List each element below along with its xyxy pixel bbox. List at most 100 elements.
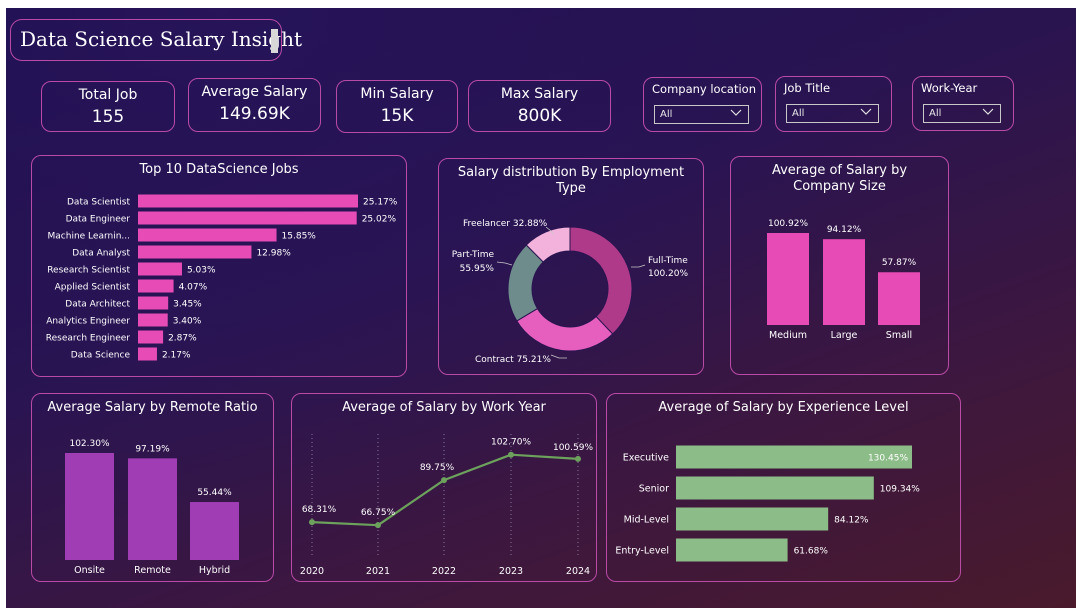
data-label: 3.45% xyxy=(173,300,202,310)
category-label: Remote xyxy=(134,565,171,576)
category-label: Data Scientist xyxy=(67,198,130,208)
slice-category-label: Full-Time xyxy=(648,256,688,266)
leader-line xyxy=(496,261,513,266)
chevron-down-icon xyxy=(730,109,742,116)
experience-panel: Average of Salary by Experience Level Ex… xyxy=(606,393,961,582)
kpi-value: 155 xyxy=(91,107,125,127)
data-label: 25.02% xyxy=(362,215,397,225)
kpi-total-job: Total Job 155 xyxy=(41,81,175,132)
bar xyxy=(138,313,168,327)
category-label: Large xyxy=(831,330,858,341)
data-label: 130.45% xyxy=(868,454,908,464)
slice-label: Contract 75.21% xyxy=(475,355,551,365)
kpi-value: 800K xyxy=(517,106,562,126)
slice-data-label: 100.20% xyxy=(648,269,688,279)
bar xyxy=(138,245,252,259)
kpi-max-salary: Max Salary 800K xyxy=(468,80,611,132)
top-jobs-panel: Top 10 DataScience Jobs Data Scientist 25… xyxy=(31,155,407,377)
data-label: 4.07% xyxy=(179,283,208,293)
category-label: Entry-Level xyxy=(615,546,669,557)
data-label: 2.87% xyxy=(168,334,197,344)
filter-label: Job Title xyxy=(784,81,831,95)
chevron-down-icon xyxy=(860,108,872,115)
category-label: Applied Scientist xyxy=(55,283,131,293)
bar xyxy=(138,262,182,276)
title-box: Data Science Salary Insight xyxy=(10,19,302,61)
category-label: Data Engineer xyxy=(66,215,131,225)
chevron-down-icon xyxy=(982,108,994,115)
category-label: Data Science xyxy=(71,351,131,361)
data-point xyxy=(309,519,315,526)
filter-label: Company location xyxy=(652,82,756,96)
data-label: 61.68% xyxy=(794,547,829,557)
kpi-value: 15K xyxy=(380,106,414,126)
job-title-dropdown[interactable]: All xyxy=(786,104,879,123)
work-year-dropdown[interactable]: All xyxy=(923,104,1001,123)
bar xyxy=(138,347,157,361)
data-label: 2.17% xyxy=(162,351,191,361)
kpi-label: Total Job xyxy=(78,87,138,103)
company-location-dropdown[interactable]: All xyxy=(654,105,749,124)
text-cursor xyxy=(271,29,278,53)
remote-ratio-chart: 102.30% Onsite 97.19% Remote 55.44% Hybrid xyxy=(65,439,239,576)
category-label: Mid-Level xyxy=(624,515,669,526)
slice-data-label: 55.95% xyxy=(460,264,495,274)
x-tick-label: 2023 xyxy=(499,566,523,577)
filter-work-year: Work-Year All xyxy=(912,76,1014,131)
category-label: Medium xyxy=(769,330,807,341)
data-label: 100.92% xyxy=(768,219,808,229)
pie-slice xyxy=(569,226,633,335)
filter-job-title: Job Title All xyxy=(775,76,892,132)
data-label: 100.59% xyxy=(553,443,593,453)
data-point xyxy=(441,477,447,484)
data-label: 57.87% xyxy=(882,258,917,268)
bar xyxy=(190,502,239,560)
filter-company-location: Company location All xyxy=(643,77,762,132)
category-label: Analytics Engineer xyxy=(46,317,130,327)
data-label: 97.19% xyxy=(135,444,170,454)
kpi-label: Max Salary xyxy=(500,86,579,102)
top-jobs-chart: Data Scientist 25.17% Data Engineer 25.02% M… xyxy=(46,194,398,361)
bar xyxy=(138,211,357,225)
category-label: Research Engineer xyxy=(46,334,131,344)
bar xyxy=(138,194,358,208)
data-label: 55.44% xyxy=(197,488,232,498)
data-label: 89.75% xyxy=(420,463,455,473)
category-label: Senior xyxy=(639,484,669,495)
data-label: 15.85% xyxy=(282,232,317,242)
data-label: 5.03% xyxy=(187,266,216,276)
page-title: Data Science Salary Insight xyxy=(20,27,303,51)
bar xyxy=(767,233,809,325)
bar xyxy=(676,476,874,500)
bar xyxy=(138,228,277,242)
bar xyxy=(128,458,177,560)
bar xyxy=(878,272,920,325)
work-year-chart: 68.31% 2020 66.75% 2021 89.75% 2022 102.70% 202… xyxy=(300,434,593,577)
dropdown-value: All xyxy=(792,108,805,119)
data-label: 25.17% xyxy=(363,198,398,208)
leader-line xyxy=(550,354,567,359)
category-label: Executive xyxy=(623,453,669,464)
work-year-panel: Average of Salary by Work Year 68.31% 202… xyxy=(291,393,597,582)
bar xyxy=(823,239,865,325)
category-label: Small xyxy=(886,330,912,341)
x-tick-label: 2024 xyxy=(566,566,590,577)
x-tick-label: 2020 xyxy=(300,566,324,577)
x-tick-label: 2022 xyxy=(432,566,456,577)
bar xyxy=(138,330,164,344)
dropdown-value: All xyxy=(660,109,673,120)
category-label: Machine Learnin... xyxy=(48,232,130,242)
data-label: 12.98% xyxy=(256,249,291,259)
leader-line xyxy=(631,264,646,268)
experience-chart: Executive 130.45% Senior 109.34% Mid-Level 84… xyxy=(615,445,920,562)
data-label: 102.70% xyxy=(491,438,531,448)
bar xyxy=(138,296,169,310)
data-label: 109.34% xyxy=(880,485,920,495)
company-size-chart: 100.92% Medium 94.12% Large 57.87% Small xyxy=(767,219,920,341)
slice-category-label: Part-Time xyxy=(452,250,495,260)
dropdown-value: All xyxy=(929,108,942,119)
bar xyxy=(676,538,788,562)
data-label: 3.40% xyxy=(173,317,202,327)
kpi-label: Average Salary xyxy=(201,84,308,100)
category-label: Data Architect xyxy=(65,300,130,310)
